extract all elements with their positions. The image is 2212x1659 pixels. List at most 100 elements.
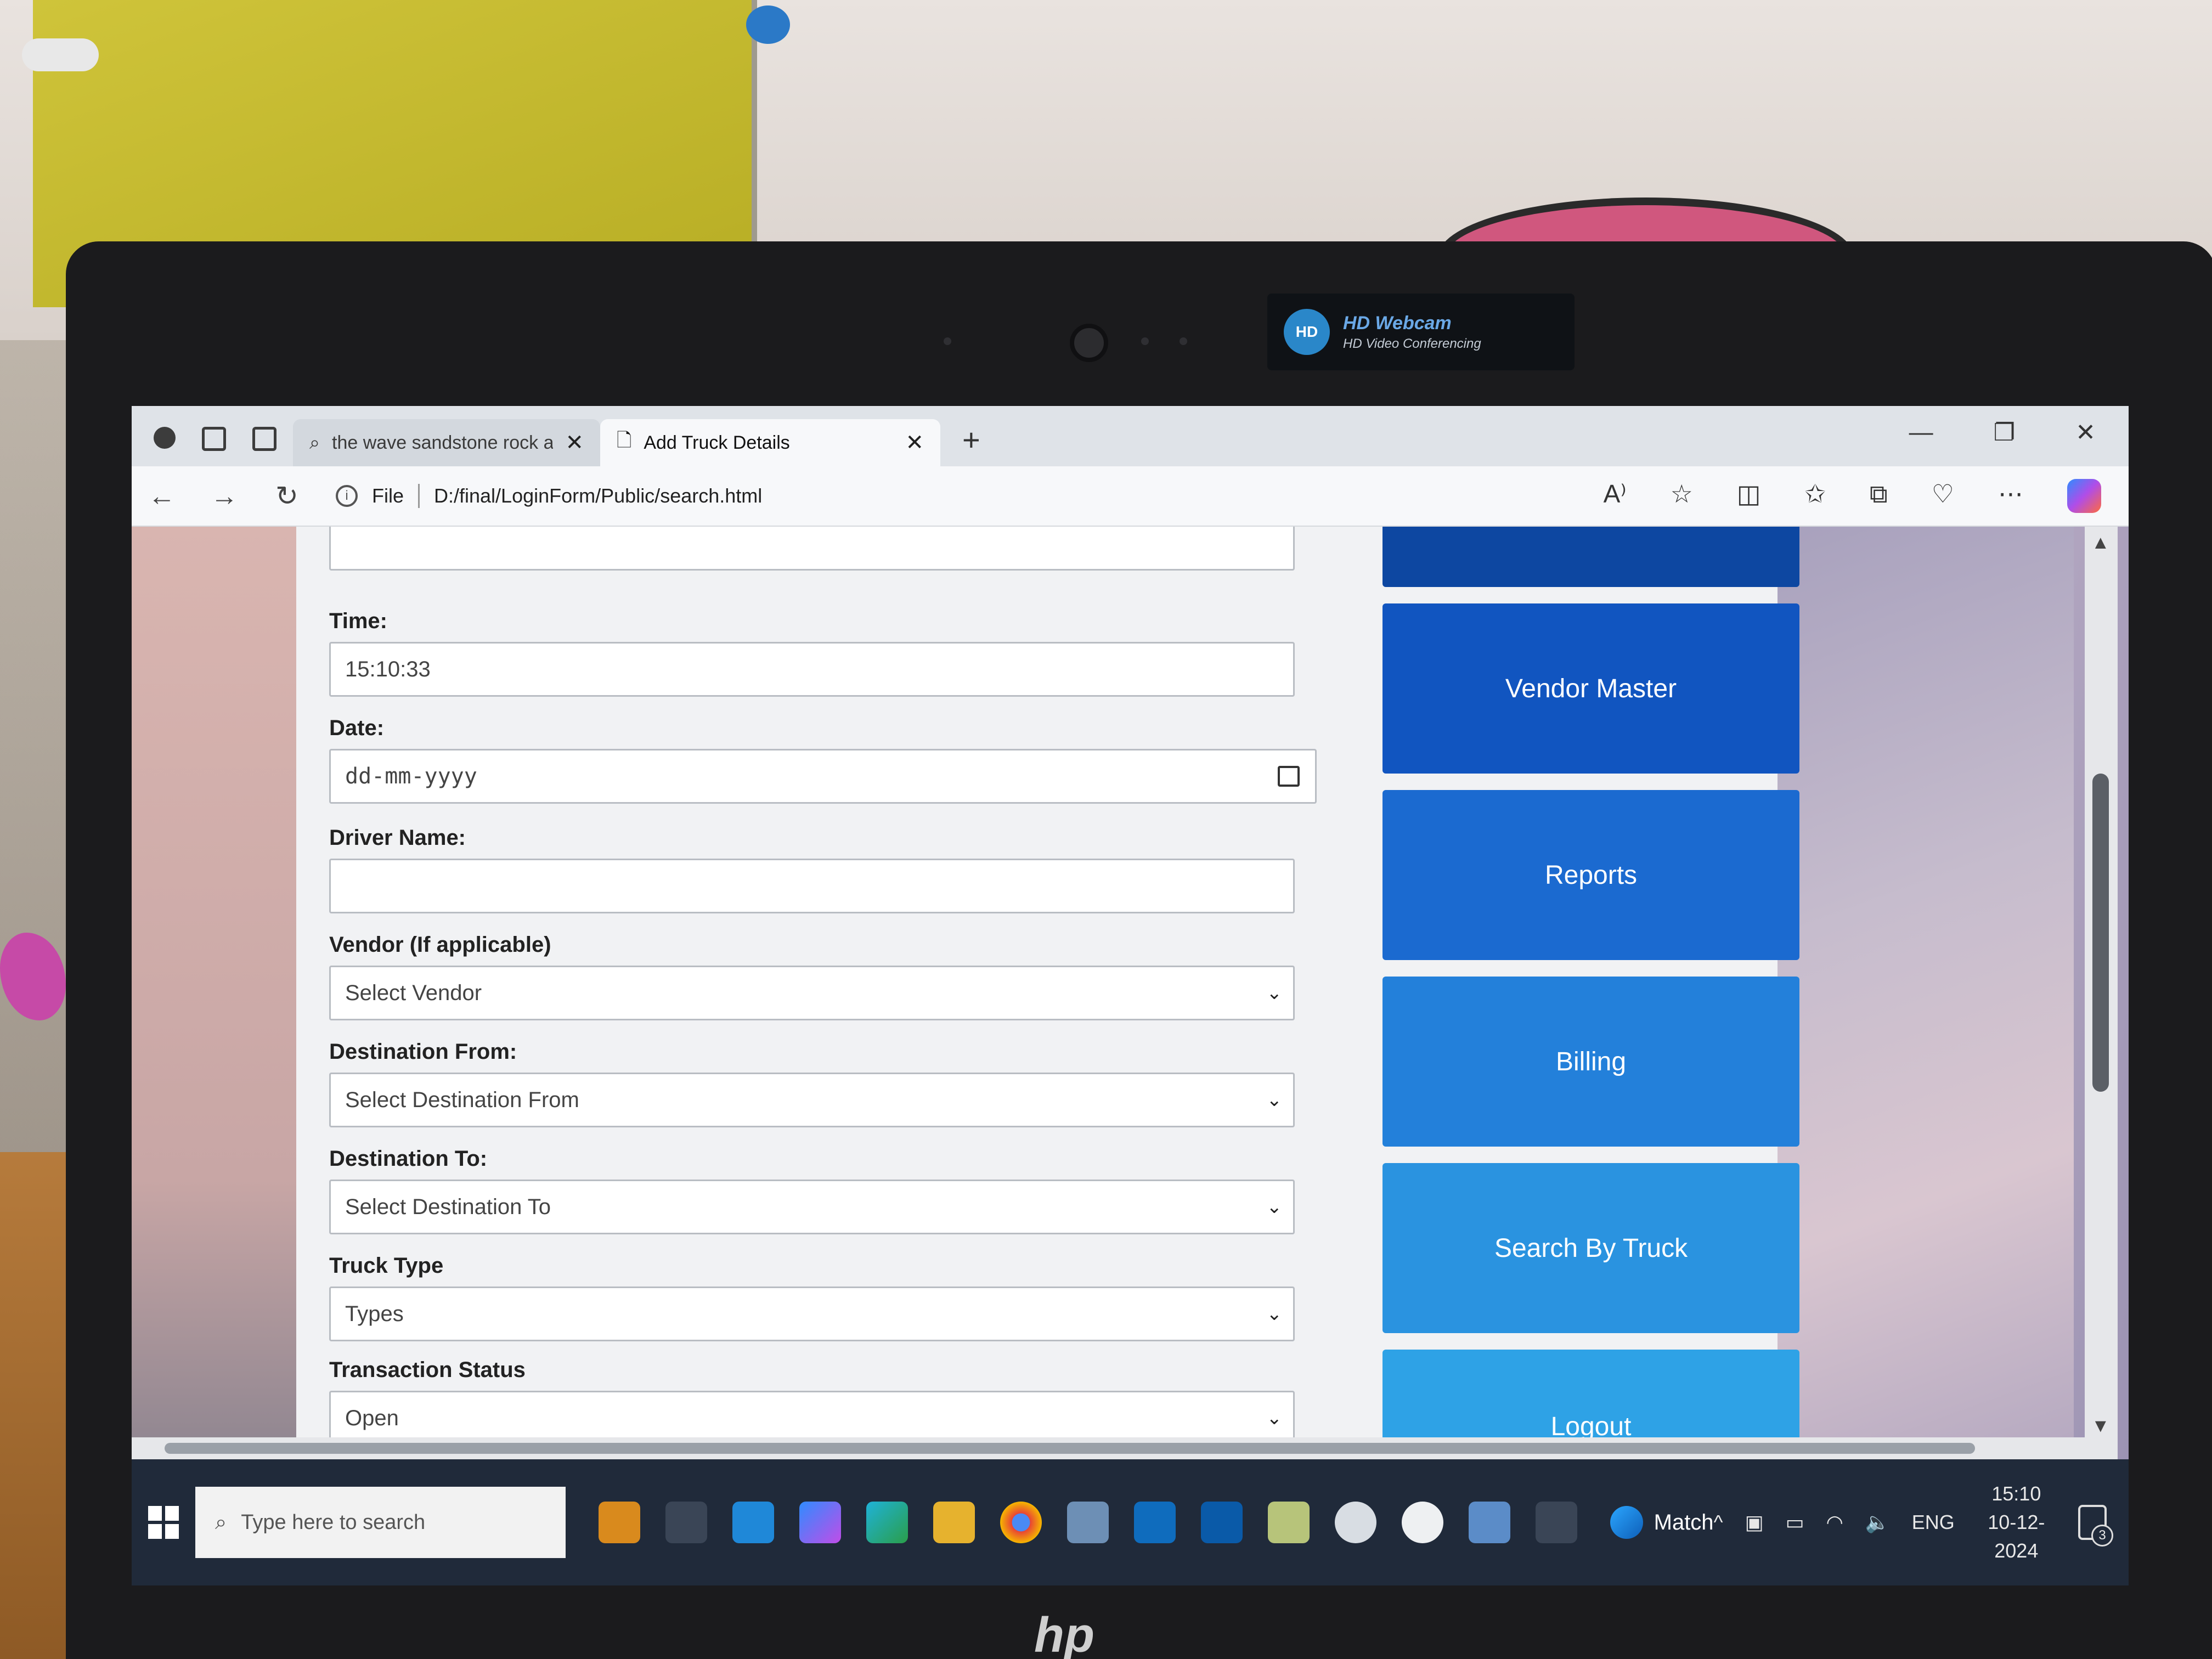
chevron-down-icon: ⌄ — [1266, 1090, 1283, 1110]
vertical-scrollbar[interactable]: ▲ ▼ — [2085, 527, 2118, 1459]
transaction-status-label: Transaction Status — [329, 1358, 526, 1382]
vendor-master-button[interactable]: Vendor Master — [1383, 603, 1799, 774]
sensor-dot — [1180, 337, 1187, 345]
volume-icon[interactable]: 🔈 — [1865, 1511, 1890, 1534]
chevron-down-icon: ⌄ — [1266, 1408, 1283, 1429]
weather-widget[interactable]: Match — [1577, 1506, 1714, 1539]
previous-field-input[interactable] — [329, 527, 1295, 571]
wifi-icon[interactable]: ◠ — [1826, 1511, 1843, 1534]
weather-label: Match — [1654, 1510, 1714, 1534]
pushpin — [22, 38, 99, 71]
search-icon: ⌕ — [309, 432, 320, 453]
vendor-label: Vendor (If applicable) — [329, 933, 551, 957]
postgres-icon[interactable] — [1468, 1502, 1510, 1543]
info-icon[interactable]: i — [336, 485, 358, 507]
truck-type-label: Truck Type — [329, 1254, 444, 1278]
billing-button[interactable]: Billing — [1383, 977, 1799, 1147]
file-explorer-icon[interactable] — [933, 1502, 975, 1543]
horizontal-scrollbar[interactable] — [132, 1437, 2085, 1459]
sensor-dot — [944, 337, 951, 345]
favorites-icon[interactable]: ✩ — [1804, 479, 1826, 513]
meet-now-icon[interactable]: ▣ — [1745, 1511, 1763, 1534]
calendar-icon[interactable] — [1278, 766, 1300, 787]
date-placeholder: dd-mm-yyyy — [345, 764, 477, 789]
vendor-select[interactable]: Select Vendor ⌄ — [329, 966, 1295, 1020]
truck-type-selected: Types — [345, 1301, 404, 1326]
minimize-icon[interactable]: — — [1909, 419, 1933, 447]
driver-name-input[interactable] — [329, 859, 1295, 913]
close-icon[interactable]: ✕ — [905, 430, 924, 455]
notepad-icon[interactable] — [1267, 1502, 1310, 1543]
url-field[interactable]: i File D:/final/LoginForm/Public/search.… — [336, 484, 762, 508]
scroll-up-icon[interactable]: ▲ — [2091, 532, 2110, 554]
clock[interactable]: 15:10 10-12-2024 — [1977, 1480, 2056, 1565]
settings-gear-icon[interactable] — [1535, 1502, 1577, 1543]
menu-button-top[interactable] — [1383, 527, 1799, 587]
destination-from-label: Destination From: — [329, 1040, 517, 1064]
destination-to-selected: Select Destination To — [345, 1194, 551, 1219]
windows-taskbar: ⌕ Type here to search Match ^ ▣ ▭ ◠ 🔈 EN… — [132, 1459, 2129, 1585]
blue-pin — [746, 5, 790, 44]
notification-icon[interactable]: 3 — [2078, 1505, 2113, 1547]
search-by-truck-button[interactable]: Search By Truck — [1383, 1163, 1799, 1333]
divider — [418, 484, 420, 508]
more-icon[interactable]: ⋯ — [1998, 479, 2023, 513]
battery-icon[interactable]: ▭ — [1785, 1511, 1804, 1534]
system-tray: ^ ▣ ▭ ◠ 🔈 ENG 15:10 10-12-2024 3 — [1714, 1480, 2129, 1565]
scroll-down-icon[interactable]: ▼ — [2091, 1415, 2110, 1437]
back-icon[interactable]: ← — [148, 480, 176, 512]
horizontal-scroll-thumb[interactable] — [165, 1443, 1975, 1454]
tab-add-truck-details[interactable]: 🗋 Add Truck Details ✕ — [600, 419, 940, 466]
reports-button[interactable]: Reports — [1383, 790, 1799, 960]
destination-to-select[interactable]: Select Destination To ⌄ — [329, 1180, 1295, 1234]
task-view-icon[interactable] — [665, 1502, 707, 1543]
truck-type-select[interactable]: Types ⌄ — [329, 1286, 1295, 1341]
chrome-icon[interactable] — [1000, 1502, 1042, 1543]
tab-actions-icon[interactable] — [252, 427, 276, 451]
transaction-status-selected: Open — [345, 1406, 399, 1430]
globe-icon — [1610, 1506, 1643, 1539]
webcam-title: HD Webcam — [1343, 312, 1452, 334]
workspaces-icon[interactable] — [202, 427, 226, 451]
refresh-icon[interactable]: ↻ — [273, 480, 301, 512]
read-aloud-icon[interactable]: A⁾ — [1604, 479, 1627, 513]
time-input[interactable]: 15:10:33 — [329, 642, 1295, 697]
browser-tab-strip: ⌕ the wave sandstone rock arizona ✕ 🗋 Ad… — [132, 406, 2129, 466]
store-icon[interactable] — [1066, 1502, 1109, 1543]
page-icon: 🗋 — [617, 430, 632, 451]
app-icon[interactable] — [1401, 1502, 1443, 1543]
restore-icon[interactable]: ❐ — [1994, 419, 2015, 447]
split-screen-icon[interactable]: ◫ — [1737, 479, 1760, 513]
outlook-icon[interactable] — [1133, 1502, 1176, 1543]
scroll-thumb[interactable] — [2092, 774, 2109, 1092]
windows-start-icon[interactable] — [132, 1489, 195, 1555]
taskbar-search-box[interactable]: ⌕ Type here to search — [195, 1487, 566, 1558]
close-window-icon[interactable]: ✕ — [2075, 419, 2096, 447]
vscode-icon[interactable] — [732, 1502, 774, 1543]
laptop-bezel: HD HD Webcam HD Video Conferencing — [66, 241, 2212, 406]
favorite-star-icon[interactable]: ☆ — [1671, 479, 1693, 513]
page-background-right — [1778, 527, 2074, 1459]
collections-icon[interactable]: ⧉ — [1870, 479, 1888, 513]
chevron-up-icon[interactable]: ^ — [1714, 1511, 1723, 1534]
outlook-classic-icon[interactable] — [1200, 1502, 1243, 1543]
copilot-icon[interactable] — [799, 1502, 841, 1543]
edge-icon[interactable] — [866, 1502, 908, 1543]
webcam-sticker: HD HD Webcam HD Video Conferencing — [1267, 294, 1575, 370]
scheme-label: File — [372, 484, 404, 507]
date-input[interactable]: dd-mm-yyyy — [329, 749, 1317, 804]
language-label[interactable]: ENG — [1912, 1511, 1955, 1534]
close-icon[interactable]: ✕ — [565, 430, 584, 455]
tab-label: the wave sandstone rock arizona — [332, 432, 554, 453]
profile-icon[interactable] — [154, 427, 176, 449]
browser-essentials-icon[interactable]: ♡ — [1932, 479, 1954, 513]
forward-icon[interactable]: → — [211, 480, 238, 512]
destination-from-select[interactable]: Select Destination From ⌄ — [329, 1073, 1295, 1127]
briefcase-icon[interactable] — [598, 1502, 640, 1543]
copilot-icon[interactable] — [2067, 479, 2101, 513]
chevron-down-icon: ⌄ — [1266, 983, 1283, 1003]
screen: ⌕ the wave sandstone rock arizona ✕ 🗋 Ad… — [132, 406, 2129, 1585]
new-tab-button[interactable]: + — [940, 422, 1002, 466]
tab-search-result[interactable]: ⌕ the wave sandstone rock arizona ✕ — [293, 419, 600, 466]
app-icon[interactable] — [1334, 1502, 1376, 1543]
